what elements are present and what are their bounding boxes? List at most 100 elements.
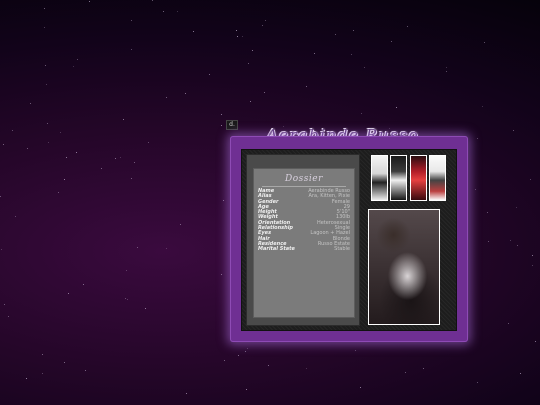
star-dot	[236, 30, 237, 31]
star-dot	[48, 142, 49, 143]
gallery-thumbnail-1[interactable]	[371, 155, 388, 201]
star-dot	[166, 97, 167, 98]
star-dot	[127, 299, 128, 300]
star-dot	[264, 92, 265, 93]
star-dot	[361, 113, 362, 114]
star-dot	[12, 130, 13, 131]
portrait-photo[interactable]	[368, 209, 440, 325]
gallery-thumbnail-2[interactable]	[390, 155, 407, 201]
star-dot	[364, 67, 365, 68]
star-dot	[8, 316, 9, 317]
star-dot	[508, 323, 509, 324]
star-dot	[221, 114, 222, 115]
field-value: Stable	[334, 246, 350, 253]
star-dot	[355, 350, 356, 351]
star-dot	[66, 157, 67, 158]
star-dot	[30, 103, 31, 104]
star-dot	[166, 248, 167, 249]
star-dot	[250, 101, 251, 102]
star-dot	[306, 368, 307, 369]
star-dot	[209, 74, 210, 75]
star-dot	[123, 119, 124, 120]
dossier-row-mental-state: Marital State Stable	[258, 246, 350, 253]
star-dot	[268, 365, 269, 366]
field-label: Marital State	[258, 246, 295, 253]
star-dot	[488, 241, 489, 242]
star-dot	[516, 207, 517, 208]
profile-frame: Dossier Name Aerabinde Russo Alias Ara, Ki…	[230, 136, 468, 342]
star-dot	[152, 0, 153, 1]
star-dot	[60, 132, 61, 133]
star-dot	[245, 351, 246, 352]
star-dot	[85, 370, 86, 371]
star-dot	[530, 179, 531, 180]
star-dot	[64, 362, 65, 363]
star-dot	[487, 212, 488, 213]
star-dot	[405, 372, 406, 373]
star-dot	[306, 86, 307, 87]
dossier-divider	[262, 186, 346, 187]
star-dot	[396, 107, 397, 108]
star-dot	[475, 189, 476, 190]
star-dot	[353, 30, 354, 31]
star-dot	[26, 378, 27, 379]
star-dot	[532, 265, 533, 266]
star-dot	[265, 20, 266, 21]
star-dot	[4, 304, 5, 305]
star-dot	[314, 53, 315, 54]
star-dot	[125, 298, 126, 299]
star-dot	[482, 106, 483, 107]
star-dot	[252, 50, 253, 51]
star-dot	[134, 162, 135, 163]
dossier-fields: Name Aerabinde Russo Alias Ara, Kitten, Pi…	[258, 188, 350, 253]
star-dot	[446, 67, 447, 68]
star-dot	[510, 240, 511, 241]
star-dot	[46, 84, 47, 85]
star-dot	[73, 66, 74, 67]
star-dot	[131, 178, 132, 179]
star-dot	[248, 63, 249, 64]
star-dot	[532, 255, 533, 256]
star-dot	[145, 308, 146, 309]
star-dot	[42, 354, 43, 355]
star-dot	[47, 123, 48, 124]
star-dot	[484, 42, 485, 43]
star-dot	[177, 11, 178, 12]
star-dot	[0, 196, 1, 197]
star-dot	[221, 274, 222, 275]
thumbnail-strip	[369, 155, 453, 201]
star-dot	[221, 125, 222, 126]
star-dot	[180, 224, 181, 225]
star-dot	[535, 341, 536, 342]
star-dot	[44, 27, 45, 28]
star-dot	[224, 360, 225, 361]
dossier-card: Dossier Name Aerabinde Russo Alias Ara, Ki…	[246, 154, 360, 326]
star-dot	[1, 249, 2, 250]
dossier-title: Dossier	[285, 174, 323, 184]
profile-content: Dossier Name Aerabinde Russo Alias Ara, Ki…	[241, 149, 457, 331]
gallery-thumbnail-4[interactable]	[429, 155, 446, 201]
star-dot	[335, 34, 336, 35]
star-dot	[131, 49, 132, 50]
star-dot	[131, 20, 132, 21]
star-dot	[193, 31, 194, 32]
star-dot	[27, 148, 28, 149]
star-dot	[446, 71, 447, 72]
star-dot	[89, 1, 90, 2]
gallery-thumbnail-3[interactable]	[410, 155, 427, 201]
star-dot	[137, 247, 138, 248]
star-dot	[77, 59, 78, 60]
star-dot	[185, 93, 186, 94]
star-dot	[238, 355, 239, 356]
star-dot	[83, 284, 84, 285]
star-dot	[246, 389, 247, 390]
star-dot	[517, 245, 518, 246]
star-dot	[391, 41, 392, 42]
site-icon[interactable]: d.	[226, 120, 238, 130]
dossier-panel: Dossier Name Aerabinde Russo Alias Ara, Ki…	[253, 168, 355, 318]
star-dot	[186, 393, 187, 394]
star-dot	[42, 373, 43, 374]
star-dot	[237, 36, 238, 37]
star-dot	[115, 158, 116, 159]
star-dot	[101, 168, 102, 169]
